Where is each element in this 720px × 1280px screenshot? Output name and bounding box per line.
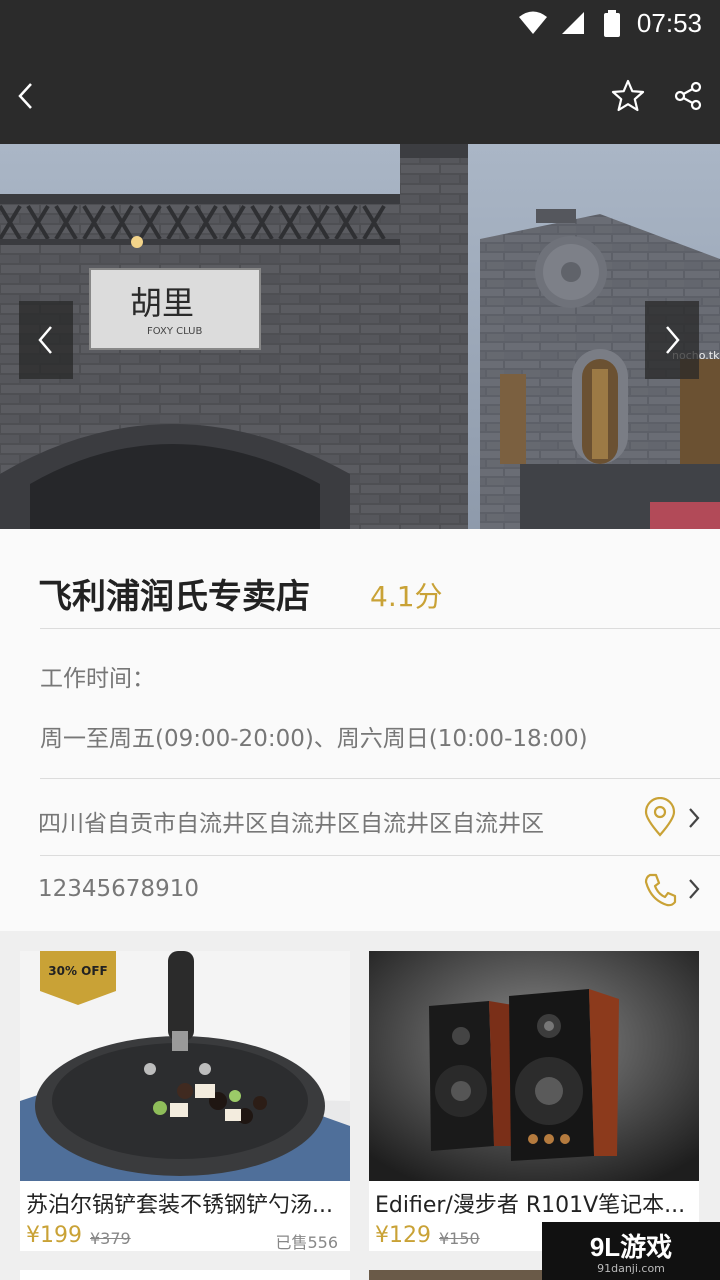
- product-old-price: ¥150: [439, 1229, 480, 1248]
- product-card-next[interactable]: [369, 1270, 549, 1280]
- sign-name: 胡里: [130, 284, 194, 322]
- shop-name: 飞利浦润氏专卖店: [38, 577, 310, 617]
- phone-icon: [644, 873, 677, 907]
- back-icon: [18, 83, 32, 109]
- address-row[interactable]: 四川省自贡市自流井区自流井区自流井区自流井区: [0, 779, 720, 855]
- status-bar: 07:53: [0, 0, 720, 48]
- share-button[interactable]: [664, 72, 712, 120]
- hours-label: 工作时间：: [40, 666, 155, 692]
- top-navbar: [0, 48, 720, 144]
- hours-value: 周一至周五(09:00-20:00)、周六周日(10:00-18:00): [40, 726, 588, 752]
- product-card[interactable]: Edifier/漫步者 R101V笔记本... ¥129 ¥150: [369, 951, 699, 1251]
- signal-icon: [562, 12, 584, 34]
- product-title: 苏泊尔锅铲套装不锈钢铲勺汤...: [26, 1193, 333, 1218]
- shop-photo-carousel[interactable]: 胡里 FOXY CLUB nocho.tk: [0, 144, 720, 529]
- product-card[interactable]: 30% OFF 苏泊尔锅铲套装不锈钢铲勺汤... ¥199 ¥379 已售556: [20, 951, 350, 1251]
- shop-facade-photo: 胡里 FOXY CLUB nocho.tk: [0, 144, 720, 529]
- phone-text: 12345678910: [38, 876, 199, 902]
- site-watermark: 9L游戏 91danji.com: [542, 1222, 720, 1280]
- share-icon: [674, 81, 702, 111]
- shop-rating: 4.1分: [370, 580, 443, 613]
- favorite-button[interactable]: [604, 72, 652, 120]
- chevron-left-icon: [38, 326, 52, 354]
- product-price: ¥199: [26, 1223, 82, 1248]
- chevron-right-icon: [666, 326, 680, 354]
- carousel-prev-button[interactable]: [19, 301, 73, 379]
- wifi-icon: [519, 11, 547, 34]
- watermark-main: 9L游戏: [589, 1232, 673, 1262]
- speakers-image: [369, 951, 699, 1181]
- product-title: Edifier/漫步者 R101V笔记本...: [375, 1193, 686, 1218]
- product-old-price: ¥379: [90, 1229, 131, 1248]
- status-time: 07:53: [636, 8, 702, 38]
- chevron-right-icon: [689, 879, 700, 899]
- star-icon: [611, 79, 645, 112]
- discount-badge: 30% OFF: [40, 951, 116, 1005]
- watermark-sub: 91danji.com: [597, 1262, 665, 1275]
- address-text: 四川省自贡市自流井区自流井区自流井区自流井区: [38, 811, 544, 837]
- carousel-next-button[interactable]: [645, 301, 699, 379]
- shop-info-panel: 飞利浦润氏专卖店 4.1分 工作时间： 周一至周五(09:00-20:00)、周…: [0, 529, 720, 931]
- product-price: ¥129: [375, 1223, 431, 1248]
- product-card-next[interactable]: [20, 1270, 350, 1280]
- sign-sub: FOXY CLUB: [147, 326, 202, 337]
- chevron-right-icon: [689, 808, 700, 828]
- battery-icon: [604, 10, 620, 37]
- location-pin-icon: [644, 797, 676, 837]
- back-button[interactable]: [2, 72, 50, 120]
- product-sold-count: 已售556: [275, 1233, 338, 1251]
- discount-badge-text: 30% OFF: [48, 964, 108, 978]
- divider: [40, 628, 720, 629]
- phone-row[interactable]: 12345678910: [0, 856, 720, 931]
